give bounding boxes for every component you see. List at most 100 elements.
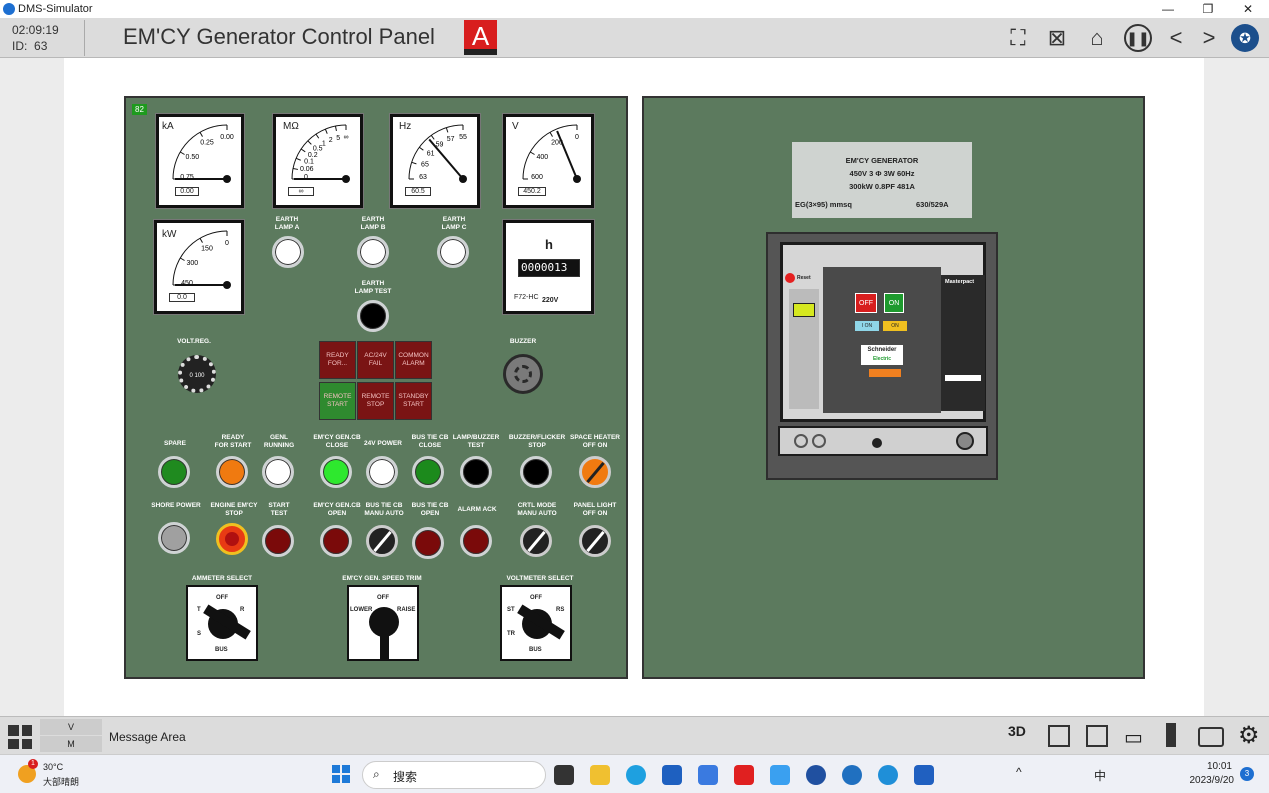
cloud-icon[interactable] (770, 765, 790, 785)
session-info: 02:09:19 ID: 63 (12, 22, 59, 54)
m-hz-tick-label-2: 61 (427, 150, 435, 157)
camera-icon[interactable] (1198, 727, 1224, 747)
m-kw-tick-2 (199, 237, 203, 243)
m-hz-tick-4 (445, 127, 449, 133)
breaker-label-strip (945, 375, 981, 381)
previous-icon[interactable]: < (1162, 24, 1190, 52)
close-button[interactable]: ✕ (1228, 0, 1268, 18)
notification-badge[interactable]: 3 (1240, 767, 1254, 781)
m-mo-tick-label-8: ∞ (344, 134, 349, 141)
m-hz-tick-label-1: 65 (421, 162, 429, 169)
start-menu-icon[interactable] (332, 765, 350, 783)
window-title: DMS-Simulator (18, 3, 93, 15)
lamp-buzzer-test-button[interactable] (460, 456, 492, 488)
gen-cb-open-button[interactable] (320, 525, 352, 557)
m-mo-tick-label-7: 5 (336, 135, 340, 142)
minimize-button[interactable]: — (1148, 0, 1188, 18)
breaker-side-panel: Masterpact (941, 275, 985, 411)
globe-app-icon[interactable] (806, 765, 826, 785)
store-icon[interactable] (662, 765, 682, 785)
pause-icon[interactable]: ❚❚ (1124, 24, 1152, 52)
panel-badge: 82 (132, 104, 147, 115)
engine-stop-button[interactable] (216, 523, 248, 555)
voltmeter-selector[interactable]: OFF ST RS TR BUS (500, 585, 572, 661)
save-as-icon[interactable] (1086, 725, 1108, 747)
pwr24-lamp (366, 456, 398, 488)
volt-reg-knob[interactable]: 0 100 (178, 355, 216, 393)
breaker-spring-indicator: ON (883, 321, 907, 331)
ready-for-start-label: READY FOR START (214, 434, 252, 449)
ctrl-mode-switch[interactable] (520, 525, 552, 557)
restore-button[interactable]: ❐ (1188, 0, 1228, 18)
bustie-open-button[interactable] (412, 527, 444, 559)
racking-handle-button[interactable] (956, 432, 974, 450)
open-folder-icon[interactable]: ▭ (1124, 725, 1143, 750)
annunciator-5: REMOTE STOP (357, 382, 394, 420)
m-v-tick-label-3: 0 (575, 134, 579, 141)
tray-chevron-icon[interactable]: ^ (1016, 765, 1022, 779)
m-kw-tick-1 (179, 257, 185, 261)
grid-menu-icon[interactable] (8, 725, 32, 749)
file-explorer-icon[interactable] (590, 765, 610, 785)
buzzer-flicker-stop-button[interactable] (520, 456, 552, 488)
speed-trim-selector[interactable]: OFF LOWER RAISE (347, 585, 419, 661)
alarm-ack-label: ALARM ACK (457, 506, 497, 513)
mute-icon[interactable]: ⊠ (1043, 24, 1071, 52)
earth-lamp-test-button[interactable] (357, 300, 389, 332)
view-v-button[interactable]: V (40, 719, 102, 735)
shore-power-lamp (158, 522, 190, 554)
volt-reg-label: VOLT.REG. (177, 338, 211, 345)
task-view-icon[interactable] (554, 765, 574, 785)
breaker-off-button[interactable]: OFF (855, 293, 877, 313)
flashlight-icon[interactable] (1166, 723, 1176, 747)
racking-hole-icon[interactable] (872, 438, 882, 448)
dms-taskbar-icon[interactable] (878, 765, 898, 785)
disk-app-icon[interactable] (842, 765, 862, 785)
taskbar-search[interactable]: ⌕ 搜索 (362, 761, 546, 789)
tray-time[interactable]: 10:01 (1188, 761, 1232, 772)
brand-sub: Electric (872, 356, 892, 362)
earth-lamp-c-label: EARTH LAMP C (441, 216, 467, 231)
ammeter-selector[interactable]: OFF T R S BUS (186, 585, 258, 661)
gen-cb-close-button[interactable] (320, 456, 352, 488)
generator-nameplate: EM'CY GENERATOR 450V 3 Φ 3W 60Hz 300kW 0… (792, 142, 972, 218)
earth-lamp-a-label: EARTH LAMP A (274, 216, 300, 231)
start-test-button[interactable] (262, 525, 294, 557)
voltmeter-readout: 450.2 (518, 187, 546, 196)
reset-button[interactable] (785, 273, 795, 283)
m-v-needle (556, 130, 578, 180)
m-ka-tick-label-3: 0.00 (220, 134, 234, 141)
hour-meter-unit: h (545, 237, 553, 252)
bustie-mode-switch[interactable] (366, 525, 398, 557)
tray-date[interactable]: 2023/9/20 (1188, 775, 1235, 786)
view-3d-button[interactable]: 3D (1008, 723, 1026, 739)
m-v-tick-1 (529, 151, 535, 155)
speed-trim-label: EM'CY GEN. SPEED TRIM (342, 575, 422, 582)
shore-power-label: SHORE POWER (151, 502, 201, 509)
input-language[interactable]: 中 (1094, 767, 1106, 784)
panel-light-switch[interactable] (579, 525, 611, 557)
next-icon[interactable]: > (1195, 24, 1223, 52)
view-m-button[interactable]: M (40, 736, 102, 752)
bustie-close-button[interactable] (412, 456, 444, 488)
earth-lamp-b (357, 236, 389, 268)
huawei-icon[interactable] (734, 765, 754, 785)
fullscreen-icon[interactable]: ⛶ (1004, 24, 1032, 52)
header-divider (84, 20, 85, 56)
save-icon[interactable] (1048, 725, 1070, 747)
m-kw-hub (223, 281, 231, 289)
breaker-on-button[interactable]: ON (884, 293, 904, 313)
alarm-ack-button[interactable] (460, 525, 492, 557)
space-heater-switch[interactable] (579, 456, 611, 488)
word-icon[interactable] (914, 765, 934, 785)
weather-temp: 30°C (43, 762, 64, 772)
home-icon[interactable]: ⌂ (1083, 24, 1111, 52)
genl-running-label: GENL RUNNING (263, 434, 295, 449)
settings-gear-icon[interactable]: ⚙ (1238, 721, 1260, 750)
alarm-indicator-button[interactable]: A (464, 20, 497, 55)
edge-browser-icon[interactable] (626, 765, 646, 785)
m-v-hub (573, 175, 581, 183)
app-m-icon[interactable] (698, 765, 718, 785)
trip-unit-display (793, 303, 815, 317)
frequency-readout: 60.5 (405, 187, 431, 196)
